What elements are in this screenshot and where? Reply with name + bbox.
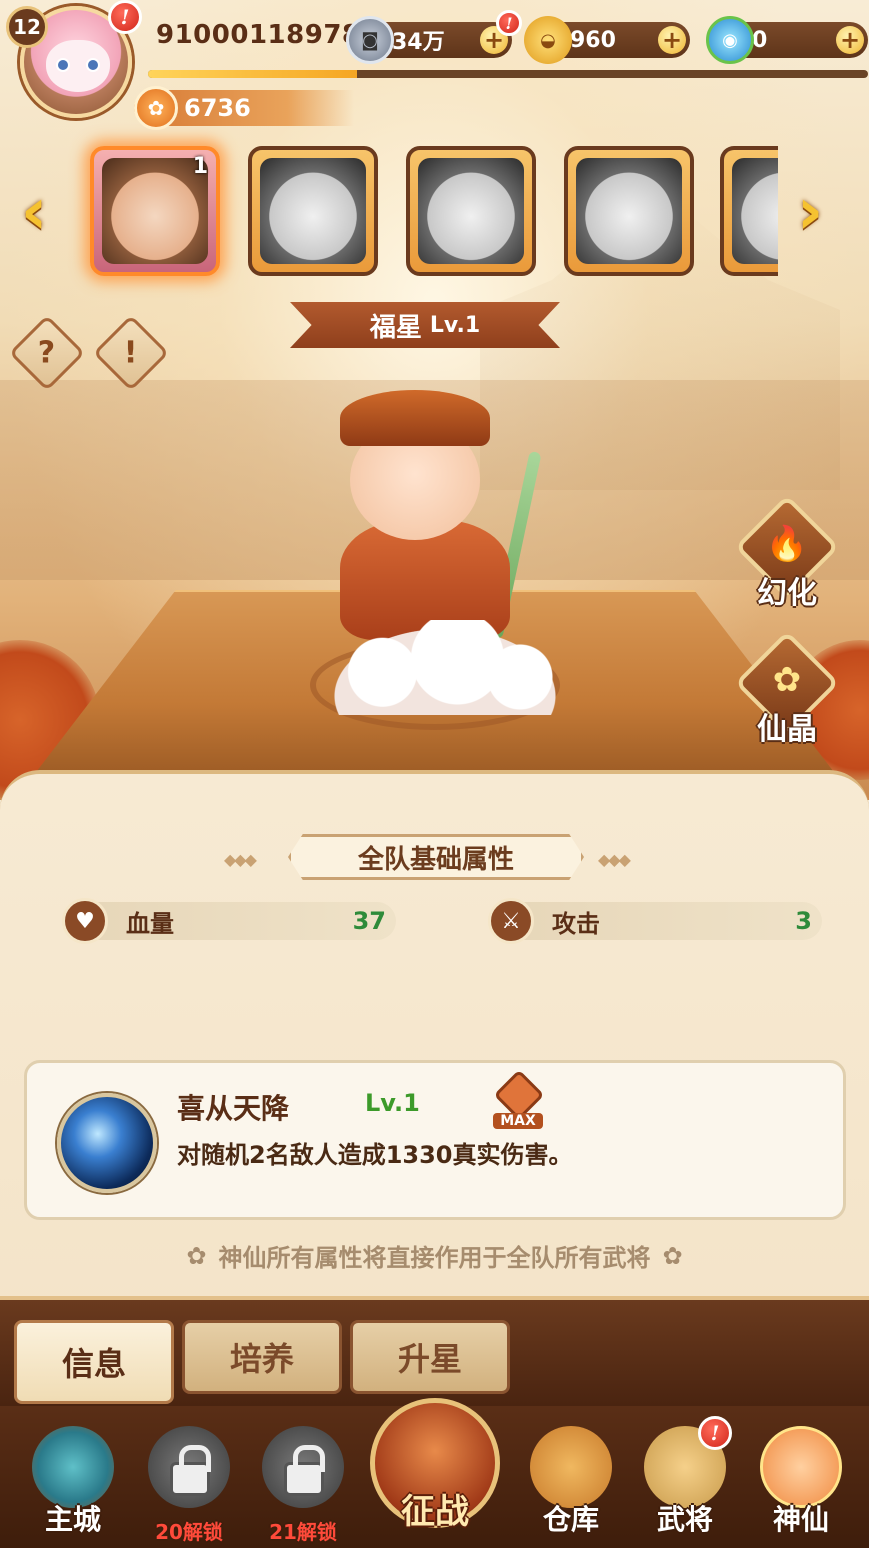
crystal-label: 仙晶 <box>757 712 817 747</box>
title-decoration: ◆◆◆ <box>598 850 631 869</box>
question-icon: ? <box>38 335 56 371</box>
immortal-cat-icon <box>760 1426 842 1508</box>
nav-warehouse[interactable]: 仓库 <box>516 1406 626 1548</box>
copper-coin-icon: ◙ <box>346 16 394 64</box>
hero-card-level: 1 <box>192 154 208 179</box>
paw-icon: ✿ <box>772 660 802 700</box>
eye-icon <box>56 58 70 72</box>
crystal-button[interactable]: ✿ 仙晶 <box>732 630 842 748</box>
hero-portrait <box>418 158 524 264</box>
heart-icon: ♥ <box>62 898 108 944</box>
stat-row-attack: ⚔ 攻击 3 <box>488 898 822 944</box>
info-panel: ◆◆◆ 全队基础属性 ◆◆◆ ♥ 血量 37 ⚔ 攻击 3 喜从天降 Lv.1 … <box>0 770 869 1310</box>
hero-portrait <box>576 158 682 264</box>
exp-bar-fill <box>148 70 357 78</box>
hero-carousel: ‹ 1 › <box>0 140 869 280</box>
jade-orb-icon: ◉ <box>706 16 754 64</box>
lock-icon <box>284 1445 325 1496</box>
eye-icon <box>86 58 100 72</box>
hero-level: Lv.1 <box>429 312 481 338</box>
skill-description: 对随机2名敌人造成1330真实伤害。 <box>177 1141 573 1169</box>
max-label: MAX <box>493 1113 543 1129</box>
hero-card-fuxing[interactable]: 1 <box>90 146 220 276</box>
player-avatar-group[interactable]: 12 ! <box>6 0 142 128</box>
nav-main-city-label: 主城 <box>44 1503 101 1536</box>
lock-icon <box>170 1445 211 1496</box>
team-note: ✿ 神仙所有属性将直接作用于全队所有武将 ✿ <box>0 1238 869 1273</box>
player-level-badge: 12 <box>6 6 48 48</box>
transform-button[interactable]: 🔥 幻化 <box>732 494 842 612</box>
nav-generals[interactable]: ! 武将 <box>630 1406 740 1548</box>
generals-alert-icon: ! <box>698 1416 732 1450</box>
paw-points-display: ✿ 6736 <box>134 86 354 130</box>
hero-name-plate: 福星 Lv.1 <box>290 302 560 348</box>
paw-icon: ✿ <box>134 86 178 130</box>
coins-display: ◙ 34万 + <box>346 16 512 64</box>
skill-max-badge[interactable]: MAX <box>493 1069 545 1131</box>
add-gold-button[interactable]: + <box>658 26 686 54</box>
city-icon <box>32 1426 114 1508</box>
carousel-next-button[interactable]: › <box>782 175 838 249</box>
paw-points-value: 6736 <box>184 94 251 122</box>
hero-card-locked[interactable] <box>564 146 694 276</box>
gold-display: ◒ 960 + <box>524 16 690 64</box>
hero-portrait <box>732 158 778 264</box>
skill-card: 喜从天降 Lv.1 MAX 对随机2名敌人造成1330真实伤害。 <box>24 1060 846 1220</box>
nav-locked-20[interactable]: 20解锁 <box>134 1406 244 1548</box>
resource-alert-icon: ! <box>496 10 522 36</box>
attack-label: 攻击 <box>552 909 600 938</box>
tab-train[interactable]: 培养 <box>182 1320 342 1394</box>
nav-immortals[interactable]: 神仙 <box>746 1406 856 1548</box>
unlock-21-label: 21解锁 <box>269 1520 337 1544</box>
exp-bar <box>148 70 868 78</box>
carousel-prev-button[interactable]: ‹ <box>6 175 62 249</box>
paw-icon: ✿ <box>662 1241 683 1270</box>
hp-label: 血量 <box>126 909 174 938</box>
skill-name: 喜从天降 <box>177 1092 290 1125</box>
player-id: 91000118978 <box>156 20 361 50</box>
transform-label: 幻化 <box>757 576 817 611</box>
nav-battle[interactable]: 征战 <box>370 1378 500 1548</box>
hero-card-locked[interactable] <box>720 146 778 276</box>
coins-value: 34万 <box>392 30 445 55</box>
nav-main-city[interactable]: 主城 <box>18 1406 128 1548</box>
stat-row-hp: ♥ 血量 37 <box>62 898 396 944</box>
gold-ingot-icon: ◒ <box>524 16 572 64</box>
attack-value: 3 <box>795 907 812 935</box>
add-gems-button[interactable]: + <box>836 26 864 54</box>
cat-avatar-face <box>46 40 110 92</box>
cloud-seat <box>320 620 570 715</box>
hero-hat <box>340 390 490 446</box>
nav-immortals-label: 神仙 <box>772 1503 829 1536</box>
hero-character-model <box>300 380 580 720</box>
section-title: 全队基础属性 <box>288 834 584 880</box>
skill-level: Lv.1 <box>365 1089 420 1117</box>
sword-icon: ⚔ <box>488 898 534 944</box>
team-note-text: 神仙所有属性将直接作用于全队所有武将 <box>218 1244 651 1272</box>
gold-value: 960 <box>570 27 616 53</box>
hero-card-locked[interactable] <box>406 146 536 276</box>
flame-icon: 🔥 <box>765 524 809 564</box>
avatar-alert-icon: ! <box>108 0 142 34</box>
bottom-nav: 主城 20解锁 21解锁 征战 仓库 ! 武将 神仙 <box>0 1398 869 1548</box>
hero-name: 福星 <box>369 312 422 343</box>
nav-generals-label: 武将 <box>656 1503 713 1536</box>
nav-battle-label: 征战 <box>401 1492 469 1532</box>
exclamation-icon: ! <box>124 335 138 371</box>
meteor-skill-icon[interactable] <box>57 1093 157 1193</box>
hero-portrait <box>260 158 366 264</box>
hero-card-locked[interactable] <box>248 146 378 276</box>
nav-warehouse-label: 仓库 <box>542 1503 599 1536</box>
paw-icon: ✿ <box>186 1241 207 1270</box>
title-decoration: ◆◆◆ <box>224 850 257 869</box>
tab-info[interactable]: 信息 <box>14 1320 174 1404</box>
gems-value: 0 <box>752 27 768 53</box>
unlock-20-label: 20解锁 <box>155 1520 223 1544</box>
treasure-bag-icon <box>530 1426 612 1508</box>
nav-locked-21[interactable]: 21解锁 <box>248 1406 358 1548</box>
gems-display: ◉ 0 + <box>706 16 868 64</box>
hp-value: 37 <box>352 907 386 935</box>
